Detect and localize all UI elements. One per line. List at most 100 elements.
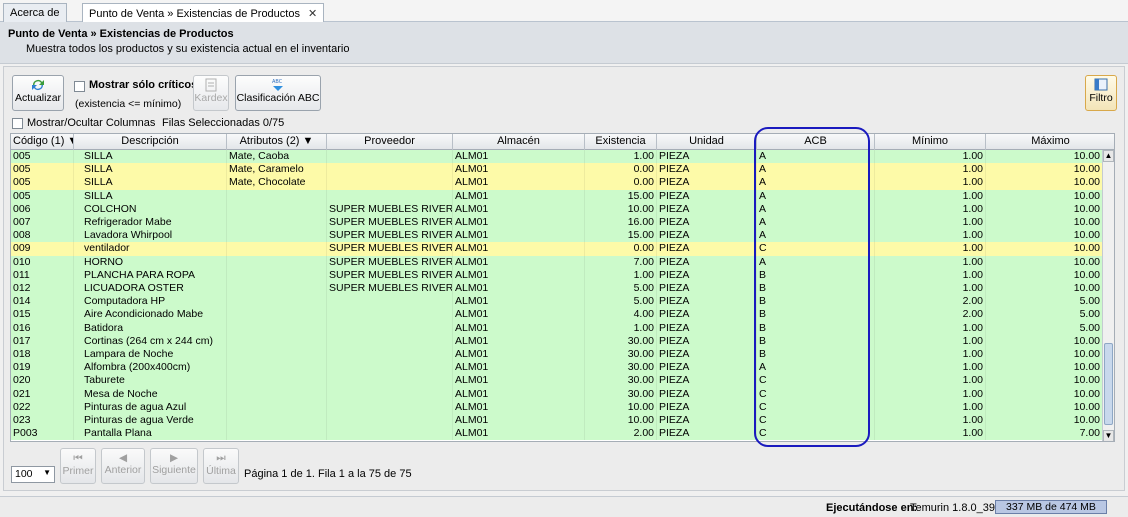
table-row[interactable]: 021 Mesa de Noche ALM01 30.00 PIEZA C 1.00 10.0…	[11, 387, 1103, 401]
cell-codigo: 006	[11, 202, 74, 216]
cell-codigo: 022	[11, 400, 74, 414]
cell-proveedor	[327, 163, 453, 177]
table-row[interactable]: 018 Lampara de Noche ALM01 30.00 PIEZA B 1.00 1…	[11, 348, 1103, 362]
page-size-select[interactable]: 100 ▼	[11, 466, 55, 483]
cell-atributos	[227, 400, 327, 414]
table-row[interactable]: 006 COLCHON SUPER MUEBLES RIVERA ALM01 10.00…	[11, 202, 1103, 216]
cell-descripcion: LICUADORA OSTER	[74, 282, 227, 296]
cell-proveedor	[327, 334, 453, 348]
cell-almacen: ALM01	[453, 242, 585, 256]
column-header-acb[interactable]: ACB	[757, 134, 875, 150]
cell-descripcion: SILLA	[74, 176, 227, 190]
table-row[interactable]: 005 SILLA Mate, Caoba ALM01 1.00 PIEZA A 1.00 10…	[11, 150, 1103, 164]
table-row[interactable]: P003 Pantalla Plana ALM01 2.00 PIEZA C 1.00 7.0…	[11, 427, 1103, 441]
column-header-unidad[interactable]: Unidad	[657, 134, 757, 150]
cell-atributos	[227, 308, 327, 322]
column-header-maximo[interactable]: Máximo	[986, 134, 1114, 150]
next-page-button[interactable]: ▶ Siguiente	[150, 448, 198, 484]
abc-classification-button[interactable]: ABC Clasificación ABC	[235, 75, 321, 111]
last-page-button[interactable]: ⏭ Última	[203, 448, 239, 484]
cell-acb: A	[757, 176, 875, 190]
cell-codigo: 011	[11, 268, 74, 282]
table-row[interactable]: 015 Aire Acondicionado Mabe ALM01 4.00 PIEZA…	[11, 308, 1103, 322]
cell-atributos	[227, 268, 327, 282]
cell-atributos	[227, 189, 327, 203]
kardex-icon	[205, 78, 217, 92]
tab-acerca-de[interactable]: Acerca de	[3, 3, 67, 22]
kardex-button[interactable]: Kardex	[193, 75, 229, 111]
cell-existencia: 30.00	[585, 374, 657, 388]
column-header-descripcion[interactable]: Descripción	[74, 134, 227, 150]
column-header-almacen[interactable]: Almacén	[453, 134, 585, 150]
table-row[interactable]: 017 Cortinas (264 cm x 244 cm) ALM01 30.00 P…	[11, 334, 1103, 348]
cell-unidad: PIEZA	[657, 387, 757, 401]
table-row[interactable]: 012 LICUADORA OSTER SUPER MUEBLES RIVERA AL…	[11, 282, 1103, 296]
cell-maximo: 10.00	[986, 229, 1103, 243]
cell-minimo: 1.00	[875, 282, 986, 296]
cell-almacen: ALM01	[453, 268, 585, 282]
cell-maximo: 10.00	[986, 163, 1103, 177]
refresh-button[interactable]: Actualizar	[12, 75, 64, 111]
cell-codigo: 019	[11, 361, 74, 375]
table-row[interactable]: 019 Alfombra (200x400cm) ALM01 30.00 PIEZA A 1…	[11, 361, 1103, 375]
vertical-scrollbar[interactable]: ▲ ▼	[1102, 150, 1114, 441]
cell-existencia: 30.00	[585, 334, 657, 348]
column-header-proveedor[interactable]: Proveedor	[327, 134, 453, 150]
cell-minimo: 1.00	[875, 427, 986, 441]
table-row[interactable]: 011 PLANCHA PARA ROPA SUPER MUEBLES RIVERA…	[11, 268, 1103, 282]
critical-only-checkbox[interactable]	[74, 81, 85, 92]
prev-page-label: Anterior	[104, 464, 142, 476]
column-header-atributos[interactable]: Atributos (2) ▼	[227, 134, 327, 150]
cell-existencia: 2.00	[585, 427, 657, 441]
column-header-minimo[interactable]: Mínimo	[875, 134, 986, 150]
cell-existencia: 5.00	[585, 282, 657, 296]
cell-minimo: 1.00	[875, 229, 986, 243]
cell-minimo: 1.00	[875, 216, 986, 230]
table-row[interactable]: 010 HORNO SUPER MUEBLES RIVERA ALM01 7.00 PIE…	[11, 255, 1103, 269]
cell-maximo: 10.00	[986, 189, 1103, 203]
table-row[interactable]: 022 Pinturas de agua Azul ALM01 10.00 PIEZA C…	[11, 400, 1103, 414]
cell-descripcion: Mesa de Noche	[74, 387, 227, 401]
cell-almacen: ALM01	[453, 361, 585, 375]
filter-button[interactable]: Filtro	[1085, 75, 1117, 111]
cell-codigo: 005	[11, 163, 74, 177]
table-row[interactable]: 009 ventilador SUPER MUEBLES RIVERA ALM01 0.…	[11, 242, 1103, 256]
table-row[interactable]: 023 Pinturas de agua Verde ALM01 10.00 PIEZA…	[11, 414, 1103, 428]
toggle-columns-checkbox[interactable]	[12, 118, 23, 129]
table-row[interactable]: 008 Lavadora Whirpool SUPER MUEBLES RIVERA…	[11, 229, 1103, 243]
cell-maximo: 10.00	[986, 150, 1103, 164]
page-subtitle: Muestra todos los productos y su existen…	[26, 43, 350, 55]
cell-existencia: 10.00	[585, 400, 657, 414]
cell-codigo: 017	[11, 334, 74, 348]
close-icon[interactable]: ✕	[308, 7, 317, 20]
products-table: Código (1) ▼ Descripción Atributos (2) ▼…	[10, 133, 1115, 442]
tab-existencias[interactable]: Punto de Venta » Existencias de Producto…	[82, 3, 325, 23]
column-header-codigo[interactable]: Código (1) ▼	[11, 134, 74, 150]
column-header-existencia[interactable]: Existencia	[585, 134, 657, 150]
table-row[interactable]: 005 SILLA Mate, Chocolate ALM01 0.00 PIEZA A 1.…	[11, 176, 1103, 190]
table-row[interactable]: 016 Batidora ALM01 1.00 PIEZA B 1.00 5.00	[11, 321, 1103, 335]
table-row[interactable]: 005 SILLA Mate, Caramelo ALM01 0.00 PIEZA A 1.0…	[11, 163, 1103, 177]
cell-maximo: 10.00	[986, 216, 1103, 230]
prev-page-button[interactable]: ◀ Anterior	[101, 448, 145, 484]
cell-codigo: 020	[11, 374, 74, 388]
cell-almacen: ALM01	[453, 387, 585, 401]
cell-descripcion: Taburete	[74, 374, 227, 388]
cell-maximo: 5.00	[986, 308, 1103, 322]
cell-minimo: 2.00	[875, 308, 986, 322]
cell-codigo: P003	[11, 427, 74, 441]
scroll-down-icon[interactable]: ▼	[1103, 430, 1114, 441]
scroll-up-icon[interactable]: ▲	[1103, 150, 1114, 162]
table-row[interactable]: 020 Taburete ALM01 30.00 PIEZA C 1.00 10.00	[11, 374, 1103, 388]
cell-existencia: 15.00	[585, 229, 657, 243]
scrollbar-thumb[interactable]	[1104, 343, 1113, 425]
table-row[interactable]: 014 Computadora HP ALM01 5.00 PIEZA B 2.00 5.00	[11, 295, 1103, 309]
cell-codigo: 014	[11, 295, 74, 309]
first-page-button[interactable]: ⏮ Primer	[60, 448, 96, 484]
tab-label: Punto de Venta » Existencias de Producto…	[89, 8, 300, 20]
table-row[interactable]: 007 Refrigerador Mabe SUPER MUEBLES RIVERA…	[11, 216, 1103, 230]
table-row[interactable]: 005 SILLA ALM01 15.00 PIEZA A 1.00 10.00	[11, 189, 1103, 203]
cell-unidad: PIEZA	[657, 361, 757, 375]
cell-unidad: PIEZA	[657, 150, 757, 164]
cell-proveedor	[327, 374, 453, 388]
